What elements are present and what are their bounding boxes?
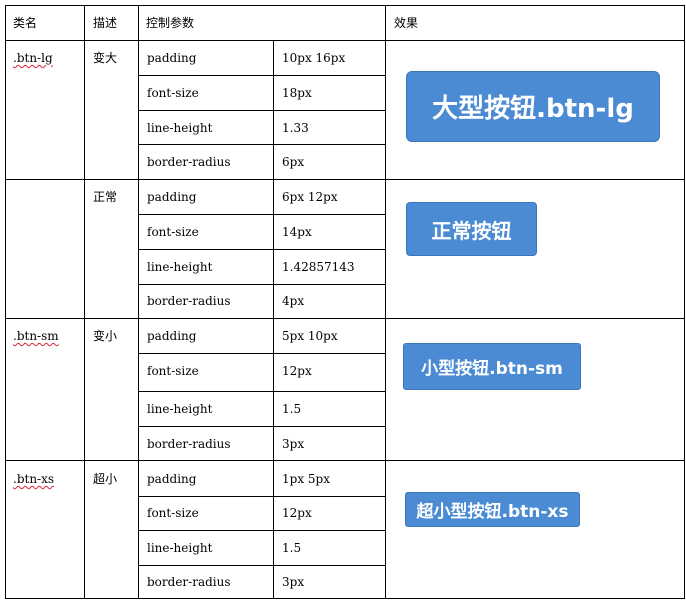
header-class-name: 类名 [13,16,38,30]
class-name-cell: .btn-sm [13,329,59,343]
param-name-cell: border-radius [147,155,231,169]
param-name-cell: border-radius [147,294,231,308]
param-value-cell: 1.42857143 [282,260,355,274]
param-value-cell: 14px [282,225,312,239]
param-name-cell: border-radius [147,575,231,589]
param-name-cell: font-size [147,86,199,100]
param-name-cell: line-height [147,121,213,135]
param-value-cell: 12px [282,364,312,378]
param-name-cell: padding [147,51,197,65]
param-value-cell: 3px [282,437,305,451]
param-value-cell: 10px 16px [282,51,346,65]
param-value-cell: 1.5 [282,402,302,416]
param-name-cell: line-height [147,402,213,416]
class-name-cell: .btn-lg [13,51,53,65]
header-description: 描述 [93,16,118,30]
param-value-cell: 3px [282,575,305,589]
param-name-cell: font-size [147,225,199,239]
param-name-cell: padding [147,472,197,486]
default-button-demo[interactable]: 正常按钮 [406,202,537,256]
large-button-demo[interactable]: 大型按钮.btn-lg [406,71,660,142]
description-cell: 变小 [93,329,118,343]
extra-small-button-demo[interactable]: 超小型按钮.btn-xs [405,492,580,527]
param-value-cell: 1.33 [282,121,309,135]
param-value-cell: 1.5 [282,541,302,555]
param-name-cell: padding [147,329,197,343]
param-name-cell: line-height [147,260,213,274]
small-button-demo[interactable]: 小型按钮.btn-sm [403,343,581,390]
param-value-cell: 1px 5px [282,472,330,486]
param-value-cell: 5px 10px [282,329,338,343]
param-name-cell: font-size [147,506,199,520]
description-cell: 超小 [93,472,118,486]
param-value-cell: 6px 12px [282,190,338,204]
param-name-cell: line-height [147,541,213,555]
param-name-cell: font-size [147,364,199,378]
param-value-cell: 18px [282,86,312,100]
param-value-cell: 6px [282,155,305,169]
param-name-cell: border-radius [147,437,231,451]
class-name-cell: .btn-xs [13,472,55,486]
param-value-cell: 4px [282,294,305,308]
header-effect: 效果 [394,16,419,30]
param-value-cell: 12px [282,506,312,520]
header-control-params: 控制参数 [146,16,195,30]
description-cell: 正常 [93,190,118,204]
param-name-cell: padding [147,190,197,204]
description-cell: 变大 [93,51,118,65]
